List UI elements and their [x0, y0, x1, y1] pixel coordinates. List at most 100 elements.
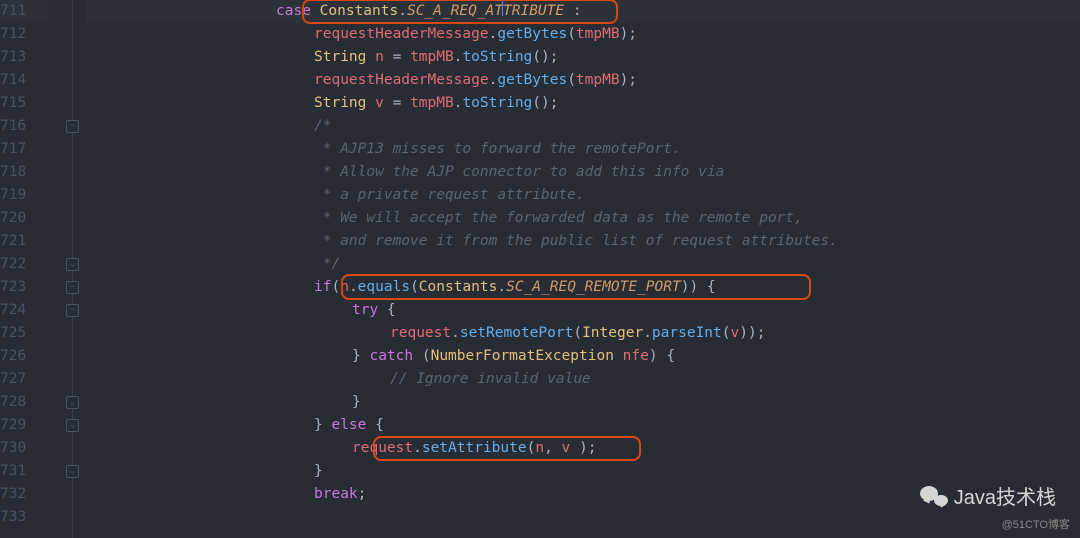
token-punc: .	[451, 322, 460, 345]
fold-start-icon[interactable]: −	[66, 281, 79, 294]
token-ident: tmpMB	[576, 69, 620, 92]
token-punc: (	[410, 276, 419, 299]
line-number: 732	[0, 483, 48, 506]
code-line[interactable]: String n = tmpMB.toString();	[86, 46, 1080, 69]
fold-end-icon[interactable]: ⌄	[66, 396, 79, 409]
code-line[interactable]: if(n.equals(Constants.SC_A_REQ_REMOTE_PO…	[86, 276, 1080, 299]
code-editor[interactable]: 7117127137147157167177187197207217227237…	[0, 0, 1080, 538]
line-number: 719	[0, 184, 48, 207]
token-punc: }	[314, 414, 331, 437]
token-punc: ();	[532, 46, 558, 69]
token-punc: .	[349, 276, 358, 299]
token-punc: ));	[739, 322, 765, 345]
token-punc: }	[352, 345, 369, 368]
wechat-icon	[920, 484, 948, 508]
token-kw: catch	[369, 345, 413, 368]
token-punc: );	[570, 437, 596, 460]
token-kw: try	[352, 299, 378, 322]
code-line[interactable]: case Constants.SC_A_REQ_ATTRIBUTE :	[86, 0, 1080, 23]
token-ident: nfe	[623, 345, 649, 368]
code-line[interactable]: try {	[86, 299, 1080, 322]
token-prop: TRIBUTE	[503, 0, 564, 23]
code-line[interactable]: */	[86, 253, 1080, 276]
code-line[interactable]: * a private request attribute.	[86, 184, 1080, 207]
token-punc: }	[314, 460, 323, 483]
watermark: Java技术栈	[920, 481, 1056, 510]
code-line[interactable]: }	[86, 460, 1080, 483]
token-cls: String	[314, 46, 366, 69]
line-number: 715	[0, 92, 48, 115]
code-line[interactable]: } else {	[86, 414, 1080, 437]
token-punc: ) {	[649, 345, 675, 368]
token-kw: if	[314, 276, 331, 299]
token-punc: .	[489, 69, 498, 92]
token-ident: tmpMB	[410, 46, 454, 69]
fold-column[interactable]: − ⌄ − − ⌄ ⌄ ⌄	[62, 0, 86, 538]
code-line[interactable]: * We will accept the forwarded data as t…	[86, 207, 1080, 230]
code-line[interactable]: * AJP13 misses to forward the remotePort…	[86, 138, 1080, 161]
code-line[interactable]: requestHeaderMessage.getBytes(tmpMB);	[86, 23, 1080, 46]
token-punc: (	[413, 345, 430, 368]
code-line[interactable]: }	[86, 391, 1080, 414]
token-kw: break	[314, 483, 358, 506]
code-line[interactable]: /*	[86, 115, 1080, 138]
token-punc: :	[564, 0, 581, 23]
token-fn: equals	[358, 276, 410, 299]
fold-start-icon[interactable]: −	[66, 120, 79, 133]
token-cm: * Allow the AJP connector to add this in…	[314, 161, 724, 184]
token-punc: );	[620, 69, 637, 92]
line-number: 718	[0, 161, 48, 184]
token-punc: (	[567, 23, 576, 46]
line-number: 722	[0, 253, 48, 276]
token-ident: n	[375, 46, 384, 69]
token-punc: .	[497, 276, 506, 299]
fold-start-icon[interactable]: −	[66, 304, 79, 317]
token-fn: toString	[462, 92, 532, 115]
token-punc: }	[352, 391, 361, 414]
line-number: 711	[0, 0, 48, 23]
code-line[interactable]: request.setAttribute(n, v );	[86, 437, 1080, 460]
token-ident: tmpMB	[576, 23, 620, 46]
token-punc: (	[722, 322, 731, 345]
code-line[interactable]: * and remove it from the public list of …	[86, 230, 1080, 253]
token-ident: requestHeaderMessage	[314, 23, 489, 46]
token-ident: request	[390, 322, 451, 345]
token-punc: ;	[358, 483, 367, 506]
token-ident: n	[340, 276, 349, 299]
token-punc: =	[384, 92, 410, 115]
line-number-gutter: 7117127137147157167177187197207217227237…	[0, 0, 62, 538]
code-line[interactable]: requestHeaderMessage.getBytes(tmpMB);	[86, 69, 1080, 92]
fold-end-icon[interactable]: ⌄	[66, 465, 79, 478]
token-cls: NumberFormatException	[431, 345, 614, 368]
token-punc: ();	[532, 92, 558, 115]
token-kw: case	[276, 0, 311, 23]
token-punc: =	[384, 46, 410, 69]
token-fn: toString	[462, 46, 532, 69]
fold-end-icon[interactable]: ⌄	[66, 258, 79, 271]
token-punc: {	[378, 299, 395, 322]
fold-end-icon[interactable]: ⌄	[66, 419, 79, 432]
code-area[interactable]: case Constants.SC_A_REQ_ATTRIBUTE :reque…	[86, 0, 1080, 538]
line-number: 713	[0, 46, 48, 69]
credit-text: @51CTO博客	[1002, 516, 1070, 532]
token-punc: (	[567, 69, 576, 92]
code-line[interactable]: } catch (NumberFormatException nfe) {	[86, 345, 1080, 368]
token-fn: setAttribute	[422, 437, 527, 460]
token-fn: getBytes	[497, 23, 567, 46]
line-number: 729	[0, 414, 48, 437]
code-line[interactable]: String v = tmpMB.toString();	[86, 92, 1080, 115]
token-ident: v	[562, 437, 571, 460]
token-punc	[614, 345, 623, 368]
token-cls: Constants	[320, 0, 399, 23]
token-punc: .	[454, 46, 463, 69]
token-punc: .	[413, 437, 422, 460]
line-number: 730	[0, 437, 48, 460]
token-punc: (	[573, 322, 582, 345]
token-cm: * AJP13 misses to forward the remotePort…	[314, 138, 681, 161]
code-line[interactable]: // Ignore invalid value	[86, 368, 1080, 391]
token-punc	[366, 92, 375, 115]
line-number: 725	[0, 322, 48, 345]
code-line[interactable]: request.setRemotePort(Integer.parseInt(v…	[86, 322, 1080, 345]
token-ident: request	[352, 437, 413, 460]
code-line[interactable]: * Allow the AJP connector to add this in…	[86, 161, 1080, 184]
